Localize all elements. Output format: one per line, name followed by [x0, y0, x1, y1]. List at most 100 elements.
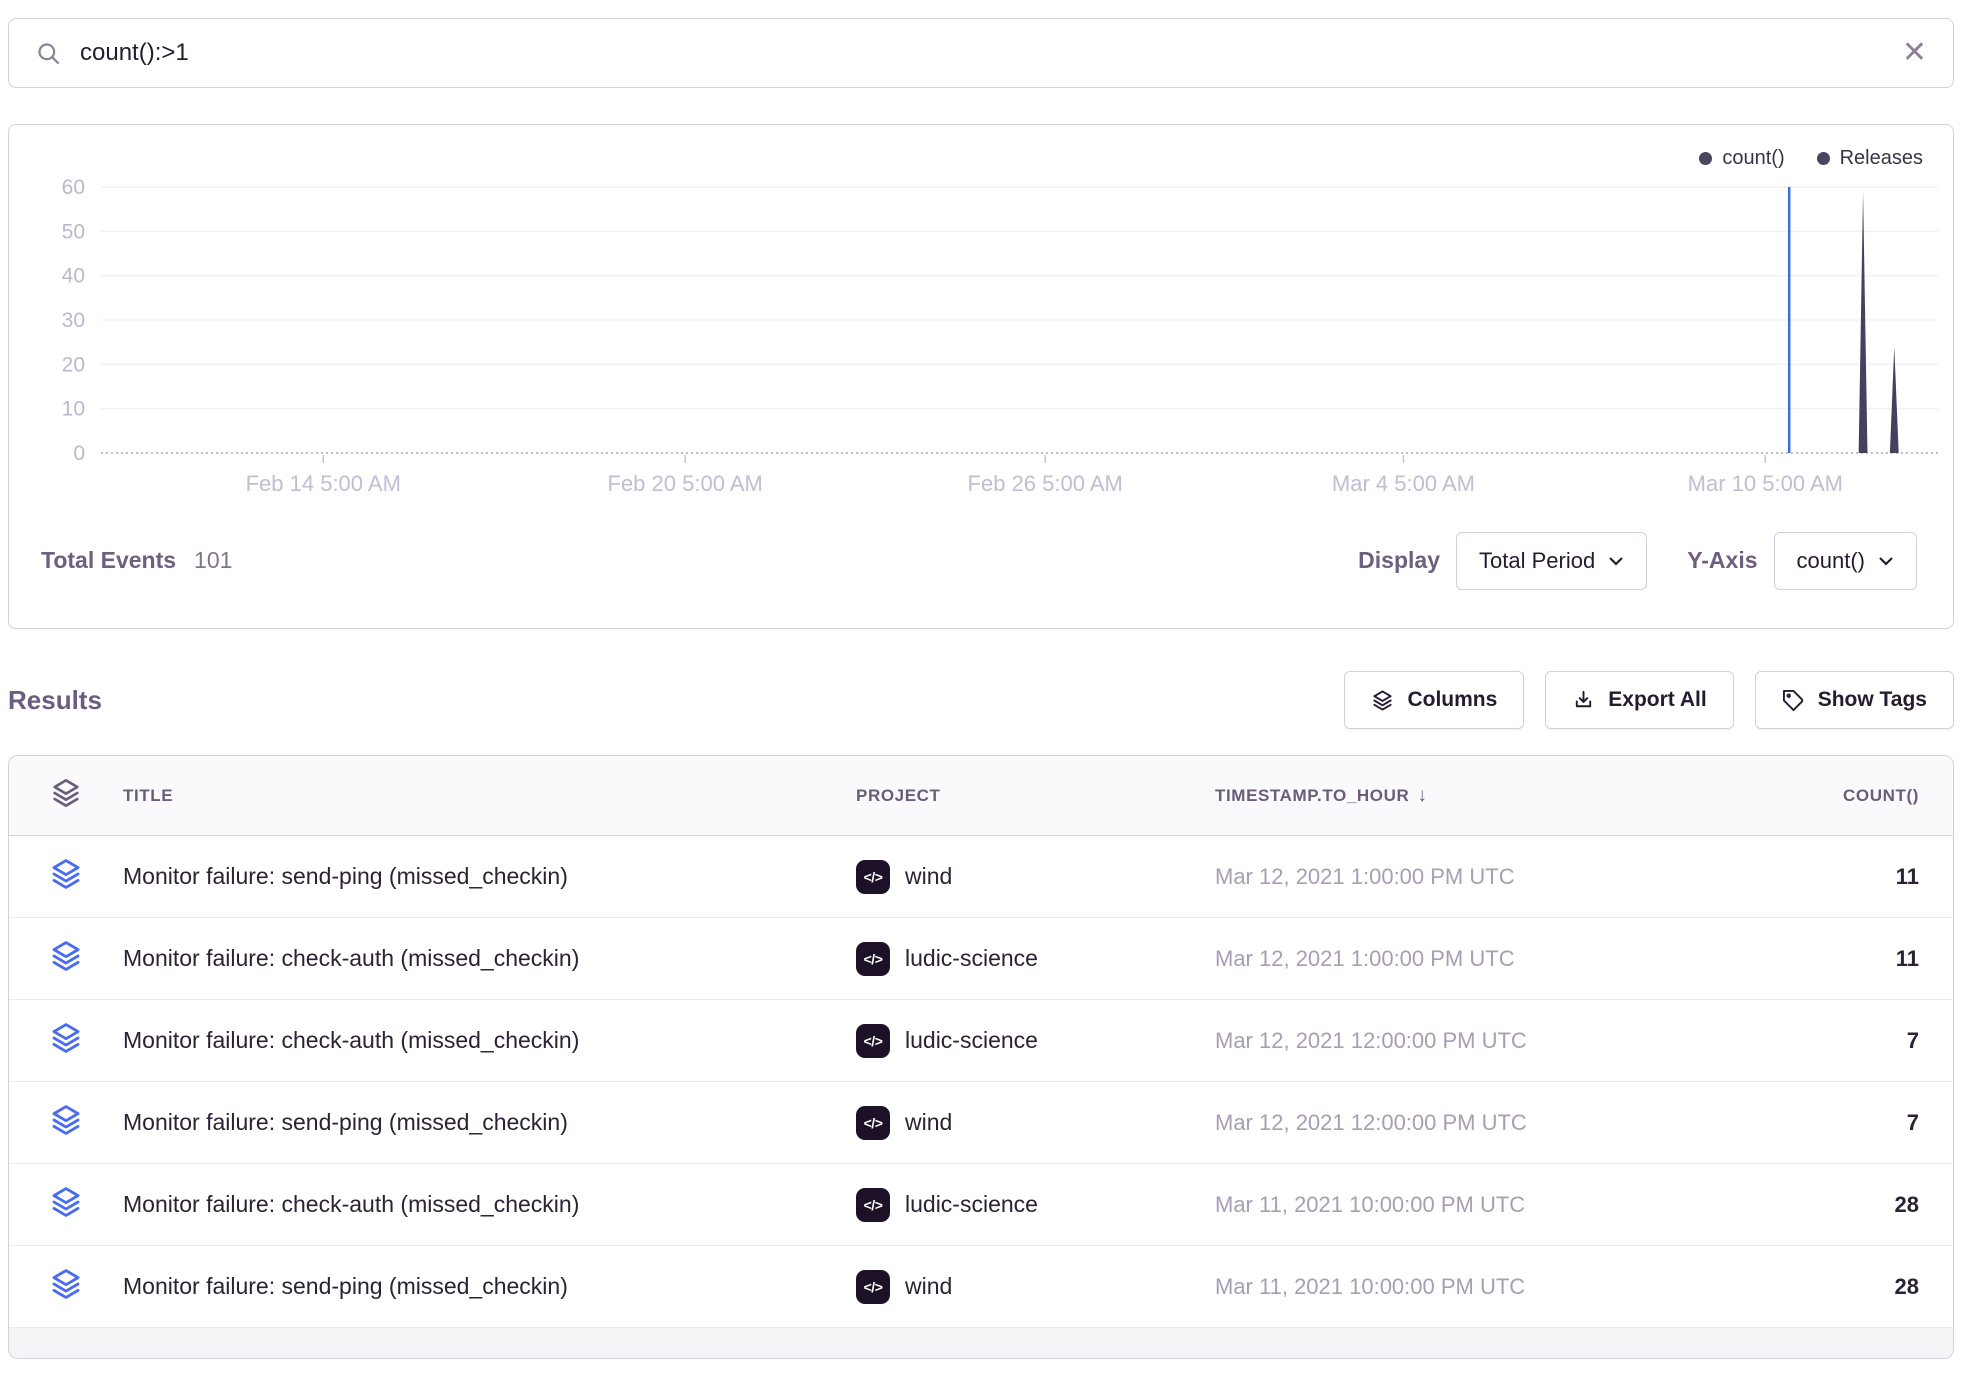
row-count: 28: [1661, 1192, 1953, 1218]
row-title-link[interactable]: Monitor failure: send-ping (missed_check…: [123, 1273, 856, 1300]
tag-icon: [1782, 689, 1805, 712]
code-icon: </>: [856, 1106, 890, 1140]
svg-text:0: 0: [73, 442, 85, 465]
yaxis-dropdown-value: count(): [1797, 548, 1865, 574]
table-body: Monitor failure: send-ping (missed_check…: [9, 836, 1953, 1328]
row-timestamp: Mar 11, 2021 10:00:00 PM UTC: [1215, 1192, 1661, 1218]
chart-footer: Total Events 101 Display Total Period Y-…: [9, 503, 1953, 628]
issue-layers-icon: [49, 1267, 83, 1307]
row-title-link[interactable]: Monitor failure: send-ping (missed_check…: [123, 863, 856, 890]
row-timestamp: Mar 12, 2021 12:00:00 PM UTC: [1215, 1028, 1661, 1054]
row-title-link[interactable]: Monitor failure: check-auth (missed_chec…: [123, 1027, 856, 1054]
clear-search-icon[interactable]: ✕: [1902, 38, 1927, 68]
svg-text:Mar 10 5:00 AM: Mar 10 5:00 AM: [1688, 471, 1843, 496]
row-title-link[interactable]: Monitor failure: send-ping (missed_check…: [123, 1109, 856, 1136]
sort-desc-icon: ↓: [1417, 785, 1427, 806]
row-project: </> ludic-science: [856, 1188, 1215, 1222]
table-footer: [9, 1328, 1953, 1358]
issue-layers-icon: [49, 939, 83, 979]
show-tags-button-label: Show Tags: [1818, 688, 1927, 712]
chevron-down-icon: [1878, 556, 1894, 566]
table-row: Monitor failure: check-auth (missed_chec…: [9, 1164, 1953, 1246]
column-header-count[interactable]: COUNT(): [1661, 786, 1953, 806]
row-timestamp: Mar 12, 2021 1:00:00 PM UTC: [1215, 946, 1661, 972]
search-icon: [35, 40, 62, 67]
column-header-title[interactable]: TITLE: [123, 786, 856, 806]
results-bar: Results Columns Export All Show Tags: [8, 668, 1954, 732]
svg-text:Feb 14 5:00 AM: Feb 14 5:00 AM: [246, 471, 401, 496]
table-row: Monitor failure: check-auth (missed_chec…: [9, 1000, 1953, 1082]
row-project: </> ludic-science: [856, 1024, 1215, 1058]
display-label: Display: [1358, 547, 1440, 574]
table-row: Monitor failure: send-ping (missed_check…: [9, 1246, 1953, 1328]
total-events-value: 101: [194, 547, 232, 574]
code-icon: </>: [856, 1270, 890, 1304]
row-project-name: ludic-science: [905, 945, 1038, 972]
events-over-time-chart[interactable]: 0 10 20 30 40 50 60 Feb 14 5:00 AM Feb 20 5:00 A…: [9, 125, 1955, 505]
display-dropdown[interactable]: Total Period: [1456, 532, 1647, 590]
code-icon: </>: [856, 860, 890, 894]
export-all-button[interactable]: Export All: [1545, 671, 1733, 729]
row-title-link[interactable]: Monitor failure: check-auth (missed_chec…: [123, 1191, 856, 1218]
svg-text:20: 20: [62, 353, 85, 376]
table-row: Monitor failure: send-ping (missed_check…: [9, 1082, 1953, 1164]
issue-layers-icon: [49, 857, 83, 897]
row-count: 7: [1661, 1028, 1953, 1054]
row-count: 11: [1661, 946, 1953, 972]
search-bar: ✕: [8, 18, 1954, 88]
row-project: </> wind: [856, 1106, 1215, 1140]
column-header-timestamp-label: TIMESTAMP.TO_HOUR: [1215, 786, 1409, 805]
column-header-project[interactable]: PROJECT: [856, 786, 1215, 806]
svg-text:Feb 20 5:00 AM: Feb 20 5:00 AM: [608, 471, 763, 496]
table-row: Monitor failure: send-ping (missed_check…: [9, 836, 1953, 918]
svg-text:60: 60: [62, 176, 85, 199]
svg-text:50: 50: [62, 220, 85, 243]
svg-text:Mar 4 5:00 AM: Mar 4 5:00 AM: [1332, 471, 1475, 496]
row-project-name: wind: [905, 863, 952, 890]
events-chart-panel: count() Releases 0102030405060Feb 14 5:0…: [8, 124, 1954, 629]
svg-text:30: 30: [62, 309, 85, 332]
results-title: Results: [8, 685, 102, 716]
code-icon: </>: [856, 1188, 890, 1222]
search-input[interactable]: [80, 39, 1884, 67]
download-icon: [1572, 689, 1595, 712]
row-project-name: ludic-science: [905, 1027, 1038, 1054]
row-project: </> wind: [856, 860, 1215, 894]
row-timestamp: Mar 11, 2021 10:00:00 PM UTC: [1215, 1274, 1661, 1300]
total-events-label: Total Events: [41, 547, 176, 574]
code-icon: </>: [856, 1024, 890, 1058]
total-events: Total Events 101: [41, 547, 232, 574]
results-table: TITLE PROJECT TIMESTAMP.TO_HOUR ↓ COUNT()…: [8, 755, 1954, 1359]
yaxis-label: Y-Axis: [1687, 547, 1757, 574]
row-count: 28: [1661, 1274, 1953, 1300]
columns-button-label: Columns: [1407, 688, 1497, 712]
yaxis-dropdown[interactable]: count(): [1774, 532, 1917, 590]
chevron-down-icon: [1608, 556, 1624, 566]
row-project-name: wind: [905, 1109, 952, 1136]
row-project-name: ludic-science: [905, 1191, 1038, 1218]
row-title-link[interactable]: Monitor failure: check-auth (missed_chec…: [123, 945, 856, 972]
columns-button[interactable]: Columns: [1344, 671, 1524, 729]
column-header-timestamp[interactable]: TIMESTAMP.TO_HOUR ↓: [1215, 785, 1661, 807]
svg-text:40: 40: [62, 265, 85, 288]
row-project: </> wind: [856, 1270, 1215, 1304]
table-row: Monitor failure: check-auth (missed_chec…: [9, 918, 1953, 1000]
code-icon: </>: [856, 942, 890, 976]
svg-text:Feb 26 5:00 AM: Feb 26 5:00 AM: [968, 471, 1123, 496]
export-all-button-label: Export All: [1608, 688, 1706, 712]
table-header-row: TITLE PROJECT TIMESTAMP.TO_HOUR ↓ COUNT(): [9, 756, 1953, 836]
show-tags-button[interactable]: Show Tags: [1755, 671, 1954, 729]
layers-icon: [1371, 689, 1394, 712]
issue-layers-icon: [49, 1021, 83, 1061]
header-layers-icon: [50, 777, 82, 814]
row-project: </> ludic-science: [856, 942, 1215, 976]
issue-layers-icon: [49, 1103, 83, 1143]
issue-layers-icon: [49, 1185, 83, 1225]
row-project-name: wind: [905, 1273, 952, 1300]
row-count: 7: [1661, 1110, 1953, 1136]
row-timestamp: Mar 12, 2021 1:00:00 PM UTC: [1215, 864, 1661, 890]
row-count: 11: [1661, 864, 1953, 890]
display-dropdown-value: Total Period: [1479, 548, 1595, 574]
svg-text:10: 10: [62, 398, 85, 421]
row-timestamp: Mar 12, 2021 12:00:00 PM UTC: [1215, 1110, 1661, 1136]
